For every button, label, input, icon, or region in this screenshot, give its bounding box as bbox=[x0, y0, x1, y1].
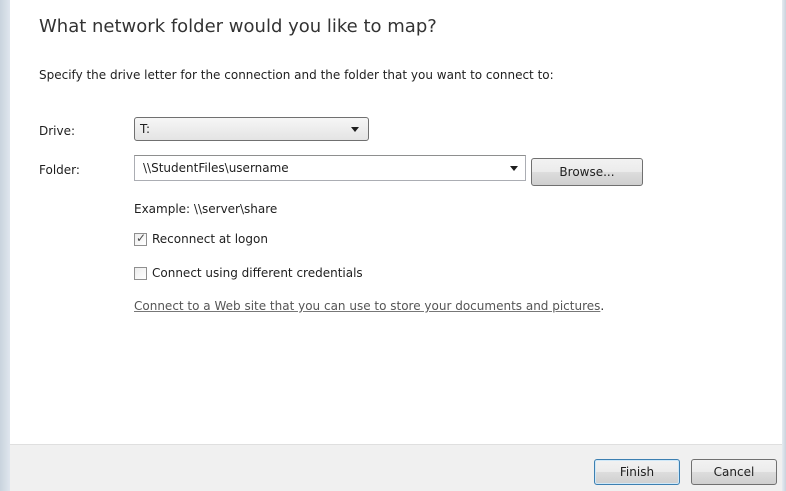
window-frame-left bbox=[0, 0, 10, 491]
dialog-footer: Finish Cancel bbox=[10, 444, 782, 491]
folder-label: Folder: bbox=[39, 163, 80, 177]
dialog-content: What network folder would you like to ma… bbox=[10, 0, 782, 444]
map-network-drive-dialog: What network folder would you like to ma… bbox=[0, 0, 786, 491]
browse-button[interactable]: Browse... bbox=[531, 158, 643, 186]
checkmark-icon: ✓ bbox=[136, 231, 147, 245]
folder-input[interactable] bbox=[143, 161, 493, 175]
web-link-line: Connect to a Web site that you can use t… bbox=[134, 299, 604, 313]
folder-combobox bbox=[134, 155, 526, 181]
drive-label: Drive: bbox=[39, 124, 76, 138]
finish-button[interactable]: Finish bbox=[594, 459, 680, 485]
drive-select-value: T: bbox=[140, 122, 151, 136]
drive-select[interactable]: T: bbox=[134, 117, 369, 141]
instructions-text: Specify the drive letter for the connect… bbox=[39, 68, 554, 82]
web-site-link[interactable]: Connect to a Web site that you can use t… bbox=[134, 299, 600, 313]
web-link-suffix: . bbox=[600, 299, 605, 313]
chevron-down-icon bbox=[351, 127, 359, 132]
reconnect-checkbox[interactable]: ✓ bbox=[134, 231, 147, 246]
reconnect-label[interactable]: Reconnect at logon bbox=[152, 232, 268, 246]
credentials-checkbox[interactable] bbox=[134, 267, 147, 280]
chevron-down-icon[interactable] bbox=[510, 166, 518, 171]
window-frame-right bbox=[782, 0, 786, 491]
page-title: What network folder would you like to ma… bbox=[39, 16, 437, 37]
credentials-label[interactable]: Connect using different credentials bbox=[152, 266, 363, 280]
folder-example-text: Example: \\server\share bbox=[134, 202, 278, 216]
cancel-button[interactable]: Cancel bbox=[691, 459, 777, 485]
